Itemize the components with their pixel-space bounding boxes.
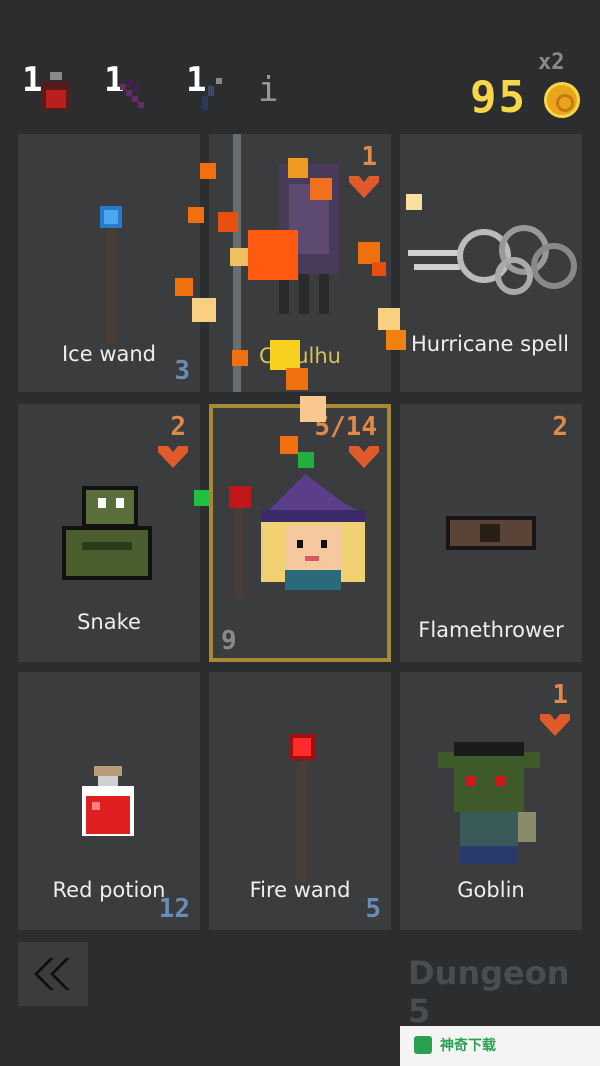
card-count: 5	[365, 894, 381, 924]
wand-tool-icon[interactable]	[196, 66, 236, 114]
watermark-text: 神奇下载	[440, 1038, 496, 1054]
card-flamethrower[interactable]: 2 Flamethrower	[400, 404, 582, 662]
hero-power: 9	[221, 626, 237, 656]
card-hero[interactable]: 5/14 9	[209, 404, 391, 662]
card-health: 1	[552, 680, 568, 710]
heart-icon	[158, 446, 188, 468]
card-label: Fire wand	[249, 878, 351, 902]
hurricane-icon	[408, 225, 577, 295]
card-red-potion[interactable]: Red potion 12	[18, 672, 200, 930]
fire-wand-icon	[289, 734, 315, 882]
card-fire-wand[interactable]: Fire wand 5	[209, 672, 391, 930]
flamethrower-icon	[446, 516, 536, 550]
red-potion-icon	[82, 766, 134, 836]
wizard-hero-icon	[229, 474, 365, 598]
card-label: Goblin	[457, 878, 525, 902]
card-count: 12	[158, 894, 190, 924]
watermark-logo-icon	[414, 1036, 432, 1054]
top-bar: 1 1 1 i x2 95	[0, 0, 600, 130]
heart-icon	[540, 714, 570, 736]
goblin-icon	[438, 742, 540, 864]
card-label: Ice wand	[61, 342, 157, 366]
card-health: 1	[361, 142, 377, 172]
potion-icon[interactable]	[36, 66, 76, 114]
ice-wand-icon	[100, 206, 122, 344]
heart-icon	[349, 176, 379, 198]
snake-icon	[62, 486, 152, 580]
dungeon-level: Dungeon 5	[408, 954, 570, 1030]
double-chevron-left-icon	[34, 958, 70, 990]
heart-icon	[349, 446, 379, 468]
back-button[interactable]	[18, 942, 88, 1006]
sword-icon[interactable]	[116, 66, 156, 114]
card-label: Snake	[77, 610, 141, 634]
card-hurricane-spell[interactable]: Hurricane spell	[400, 134, 582, 392]
watermark: 神奇下载	[400, 1026, 600, 1066]
card-count: 2	[552, 412, 568, 442]
card-health: 2	[170, 412, 186, 442]
card-goblin[interactable]: 1 Goblin	[400, 672, 582, 930]
card-label: Flamethrower	[418, 618, 564, 642]
coin-icon	[544, 82, 580, 118]
card-snake[interactable]: 2 Snake	[18, 404, 200, 662]
card-count: 3	[174, 356, 190, 386]
gold-multiplier: x2	[538, 50, 565, 75]
info-button[interactable]: i	[258, 70, 278, 110]
card-ice-wand[interactable]: Ice wand 3	[18, 134, 200, 392]
card-label: Hurricane spell	[410, 332, 569, 356]
gold-amount: 95	[470, 72, 527, 123]
